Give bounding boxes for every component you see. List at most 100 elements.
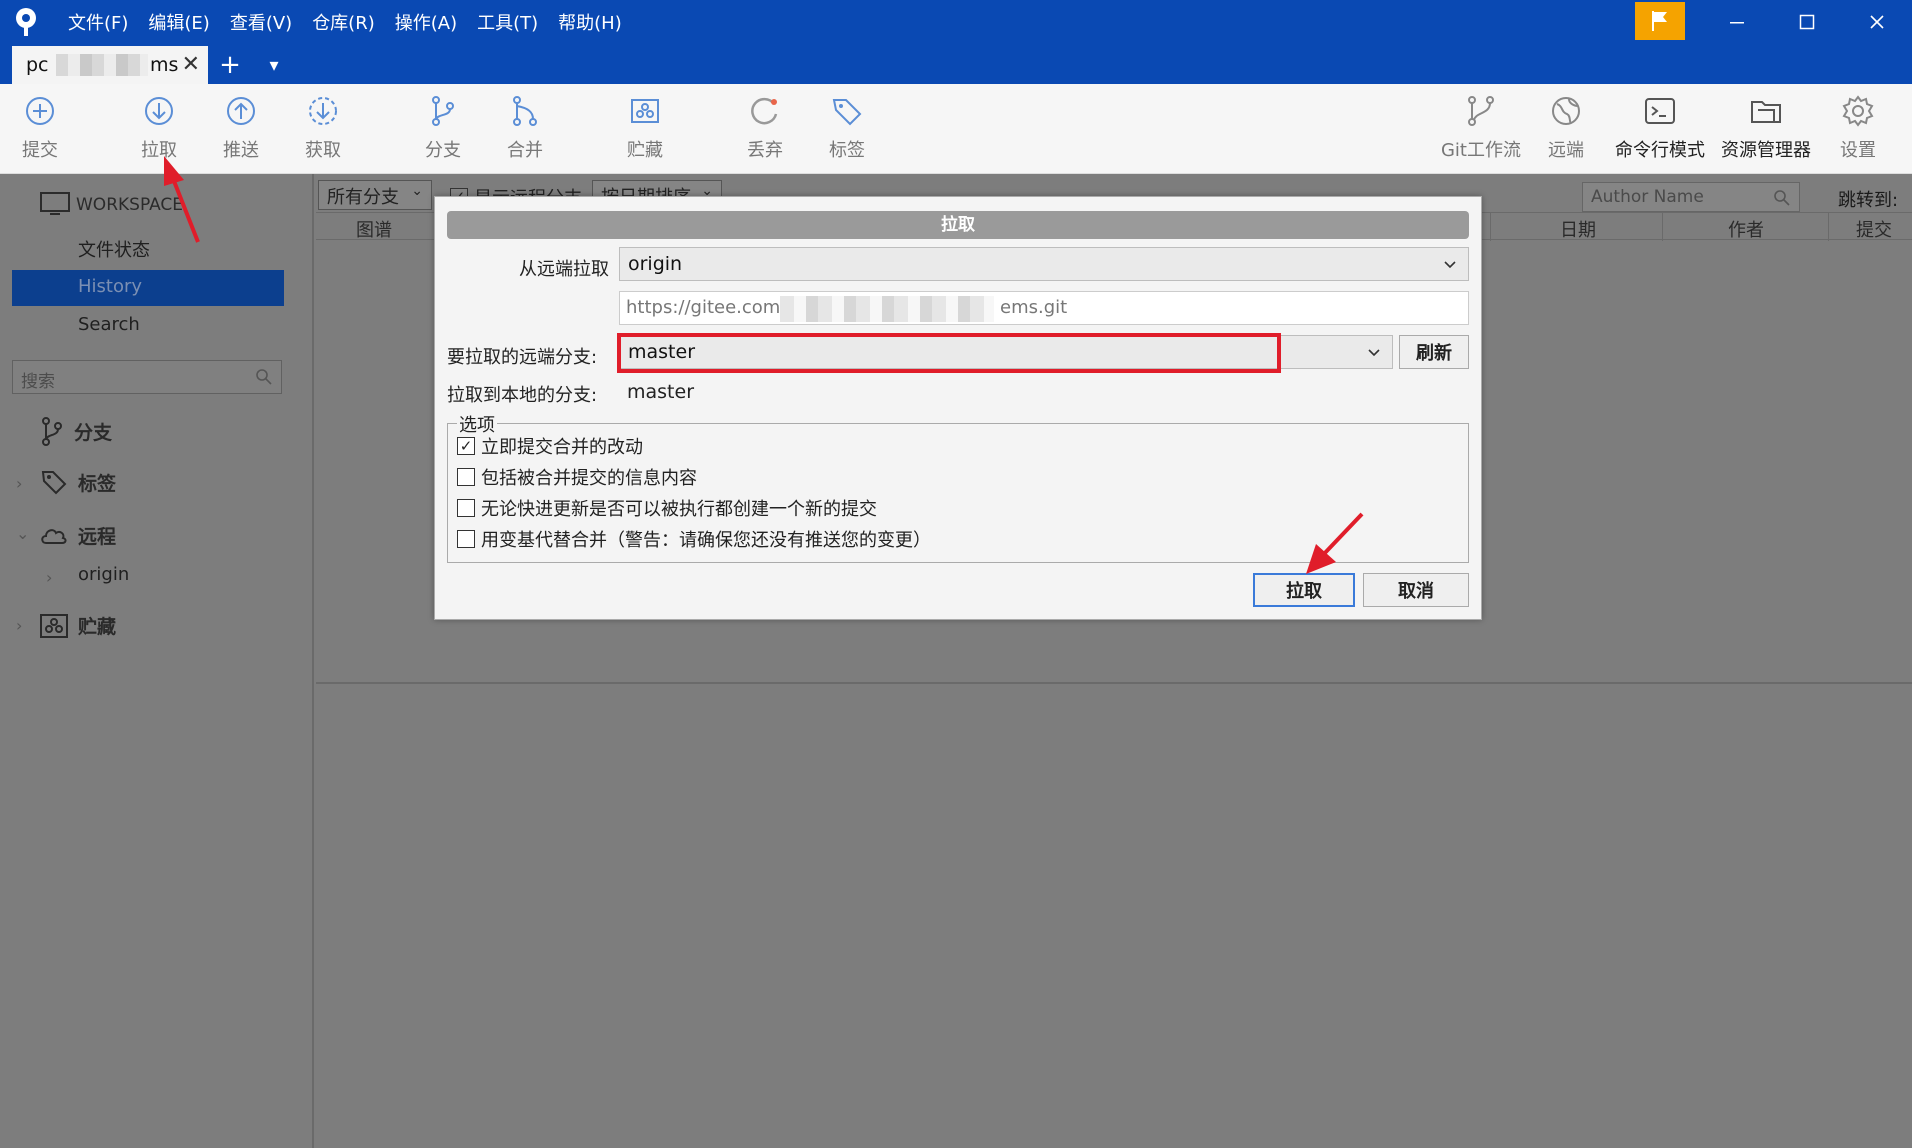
option-no-fast-forward[interactable]: 无论快进更新是否可以被执行都创建一个新的提交 bbox=[457, 495, 877, 521]
author-filter-input[interactable]: Author Name bbox=[1582, 182, 1800, 212]
annotation-arrow-icon bbox=[164, 156, 200, 243]
sidebar-group-branches[interactable]: 分支 bbox=[40, 416, 112, 446]
expand-chevron-icon[interactable]: › bbox=[16, 474, 22, 493]
pull-ok-button[interactable]: 拉取 bbox=[1253, 573, 1355, 607]
maximize-button[interactable] bbox=[1772, 0, 1842, 44]
branch-icon bbox=[42, 417, 62, 446]
flag-button[interactable] bbox=[1635, 2, 1685, 40]
repo-tab[interactable]: pc ms ✕ bbox=[12, 46, 208, 84]
toolbar: 提交 拉取 推送 获取 分支 合并 贮藏 丢弃 标签 Git工作流 远端 命令行… bbox=[0, 84, 1912, 174]
explorer-button[interactable]: 资源管理器 bbox=[1716, 94, 1816, 162]
jump-to-label: 跳转到: bbox=[1838, 190, 1899, 211]
commit-button[interactable]: 提交 bbox=[0, 94, 80, 162]
pull-from-label: 从远端拉取 bbox=[519, 259, 609, 280]
repo-tab-title-start: pc bbox=[26, 54, 49, 76]
menu-edit[interactable]: 编辑(E) bbox=[138, 9, 219, 35]
remote-url-field: https://gitee.com/ ems.git bbox=[619, 291, 1469, 325]
git-flow-button[interactable]: Git工作流 bbox=[1436, 94, 1526, 162]
sidebar-item-history[interactable]: History bbox=[12, 270, 284, 306]
remote-select[interactable]: origin bbox=[619, 247, 1469, 281]
expand-chevron-icon[interactable]: › bbox=[46, 568, 52, 587]
stash-icon bbox=[40, 613, 68, 638]
sidebar-item-remote-origin[interactable]: origin bbox=[78, 564, 129, 585]
checkbox-unchecked-icon bbox=[457, 468, 475, 486]
fetch-icon bbox=[309, 97, 337, 125]
menu-repository[interactable]: 仓库(R) bbox=[302, 9, 385, 35]
search-icon bbox=[256, 369, 272, 385]
settings-button[interactable]: 设置 bbox=[1818, 94, 1898, 162]
branch-icon bbox=[432, 96, 454, 126]
remote-button[interactable]: 远端 bbox=[1526, 94, 1606, 162]
sidebar-group-tags[interactable]: 标签 bbox=[40, 468, 116, 496]
sidebar: WORKSPACE 文件状态 History Search 搜索 分支 › 标签… bbox=[0, 174, 314, 1148]
checkbox-unchecked-icon bbox=[457, 499, 475, 517]
new-tab-button[interactable]: + bbox=[208, 46, 252, 84]
merge-button[interactable]: 合并 bbox=[485, 94, 565, 162]
cancel-button[interactable]: 取消 bbox=[1363, 573, 1469, 607]
minimize-icon bbox=[1730, 22, 1744, 24]
sidebar-item-file-status[interactable]: 文件状态 bbox=[78, 236, 150, 262]
menu-file[interactable]: 文件(F) bbox=[58, 9, 138, 35]
option-rebase[interactable]: 用变基代替合并（警告：请确保您还没有推送您的变更） bbox=[457, 526, 931, 552]
menu-actions[interactable]: 操作(A) bbox=[385, 9, 467, 35]
terminal-icon bbox=[1645, 98, 1675, 124]
expand-chevron-icon[interactable]: › bbox=[16, 616, 22, 635]
fetch-button[interactable]: 获取 bbox=[283, 94, 363, 162]
sidebar-group-remotes[interactable]: 远程 bbox=[40, 522, 116, 549]
menu-help[interactable]: 帮助(H) bbox=[548, 9, 632, 35]
pull-icon bbox=[145, 97, 173, 125]
cloud-icon bbox=[41, 528, 67, 544]
gear-icon bbox=[1842, 95, 1874, 127]
branch-button[interactable]: 分支 bbox=[403, 94, 483, 162]
annotation-highlight-box bbox=[617, 333, 1281, 373]
sidebar-search-input[interactable]: 搜索 bbox=[12, 360, 282, 394]
annotation-arrow-icon bbox=[1306, 512, 1364, 574]
discard-button[interactable]: 丢弃 bbox=[725, 94, 805, 162]
branch-filter-select[interactable]: 所有分支 ⌄ bbox=[318, 180, 432, 210]
chevron-down-icon bbox=[1368, 349, 1380, 357]
tag-icon bbox=[41, 471, 67, 495]
refresh-button[interactable]: 刷新 bbox=[1399, 335, 1469, 369]
git-flow-icon bbox=[1468, 96, 1494, 126]
column-commit[interactable]: 提交 bbox=[1856, 216, 1892, 242]
maximize-icon bbox=[1799, 14, 1815, 30]
column-author[interactable]: 作者 bbox=[1728, 216, 1764, 242]
collapse-chevron-icon[interactable]: ⌄ bbox=[16, 524, 29, 543]
dialog-title: 拉取 bbox=[447, 211, 1469, 239]
checkbox-checked-icon: ✓ bbox=[457, 437, 475, 455]
sidebar-group-stashes[interactable]: 贮藏 bbox=[40, 612, 116, 639]
option-include-messages[interactable]: 包括被合并提交的信息内容 bbox=[457, 464, 697, 490]
tag-icon bbox=[832, 99, 862, 126]
tab-dropdown-button[interactable]: ▾ bbox=[252, 46, 296, 84]
column-graph[interactable]: 图谱 bbox=[356, 216, 392, 242]
option-commit-merged[interactable]: ✓ 立即提交合并的改动 bbox=[457, 433, 643, 459]
repo-tab-title-end: ms bbox=[150, 54, 179, 76]
monitor-icon bbox=[40, 192, 70, 215]
checkbox-unchecked-icon bbox=[457, 530, 475, 548]
minimize-button[interactable] bbox=[1702, 0, 1772, 44]
menu-view[interactable]: 查看(V) bbox=[220, 9, 302, 35]
folder-icon bbox=[1751, 101, 1781, 123]
title-bar: 文件(F) 编辑(E) 查看(V) 仓库(R) 操作(A) 工具(T) 帮助(H… bbox=[0, 0, 1912, 84]
search-icon bbox=[1774, 190, 1790, 206]
globe-icon bbox=[1552, 97, 1580, 125]
local-branch-label: 拉取到本地的分支: bbox=[447, 385, 598, 406]
stash-icon bbox=[631, 99, 659, 123]
push-icon bbox=[227, 97, 255, 125]
flag-icon bbox=[1652, 11, 1667, 31]
stash-button[interactable]: 贮藏 bbox=[605, 94, 685, 162]
discard-icon bbox=[751, 97, 778, 125]
column-date[interactable]: 日期 bbox=[1560, 216, 1596, 242]
push-button[interactable]: 推送 bbox=[201, 94, 281, 162]
panel-splitter[interactable] bbox=[316, 682, 1912, 684]
close-button[interactable] bbox=[1842, 0, 1912, 44]
tab-close-icon[interactable]: ✕ bbox=[182, 52, 200, 77]
tag-button[interactable]: 标签 bbox=[807, 94, 887, 162]
menu-tools[interactable]: 工具(T) bbox=[467, 9, 548, 35]
window-controls bbox=[1702, 0, 1912, 44]
terminal-button[interactable]: 命令行模式 bbox=[1610, 94, 1710, 162]
menu-bar: 文件(F) 编辑(E) 查看(V) 仓库(R) 操作(A) 工具(T) 帮助(H… bbox=[0, 0, 632, 44]
close-icon bbox=[1870, 15, 1884, 29]
sidebar-item-search[interactable]: Search bbox=[78, 314, 140, 335]
sourcetree-logo-icon bbox=[8, 4, 44, 40]
